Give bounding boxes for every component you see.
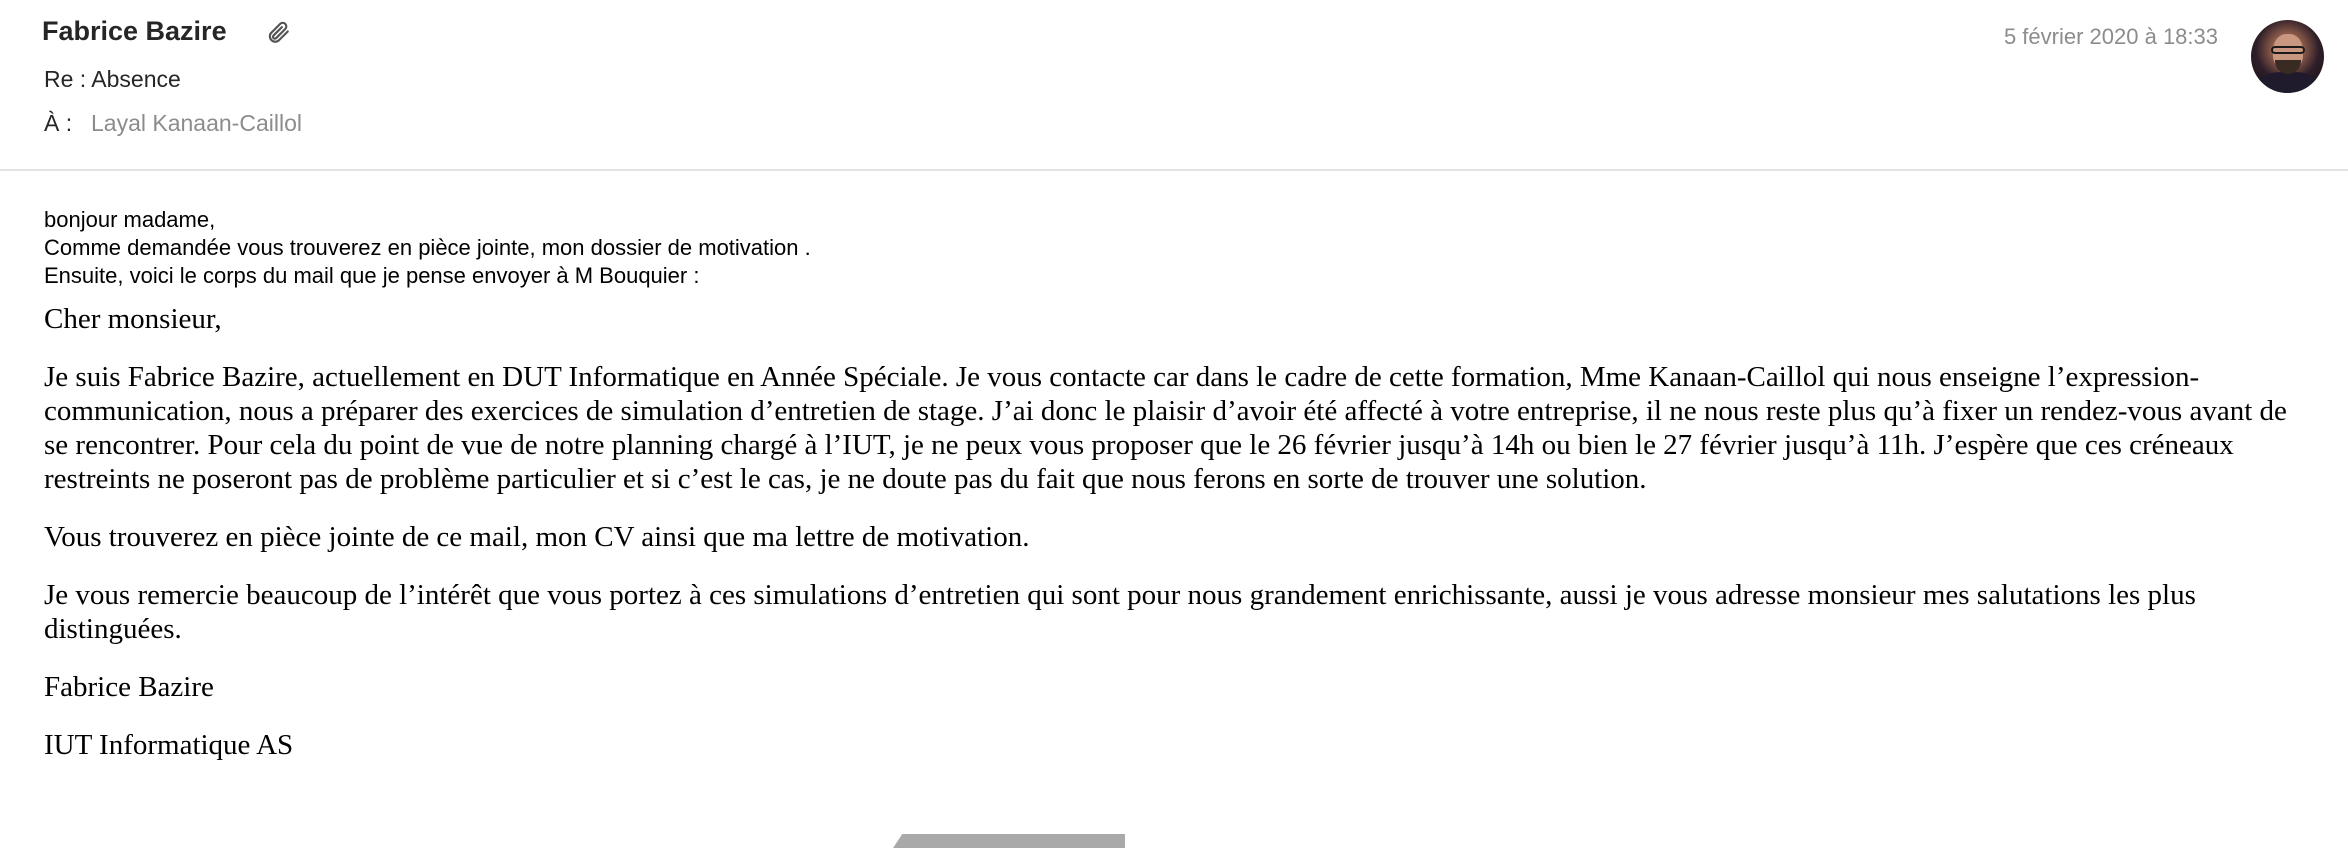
recipient-row: À : Layal Kanaan-Caillol xyxy=(44,110,302,137)
letter-paragraph: Vous trouverez en pièce jointe de ce mai… xyxy=(44,521,1030,553)
sender-name[interactable]: Fabrice Bazire xyxy=(42,16,227,47)
paperclip-icon[interactable] xyxy=(265,19,291,45)
intro-line: bonjour madame, xyxy=(44,207,216,232)
subject-line: Re : Absence xyxy=(44,66,181,92)
attachment-preview[interactable] xyxy=(893,834,1125,848)
letter-signature: Fabrice Bazire xyxy=(44,671,214,703)
to-label: À : xyxy=(44,110,73,136)
letter-paragraph: Je suis Fabrice Bazire, actuellement en … xyxy=(44,361,2287,495)
intro-line: Ensuite, voici le corps du mail que je p… xyxy=(44,263,700,288)
letter-signature: IUT Informatique AS xyxy=(44,729,294,761)
recipient-name[interactable]: Layal Kanaan-Caillol xyxy=(91,110,302,137)
quoted-letter: Cher monsieur, Je suis Fabrice Bazire, a… xyxy=(44,302,2314,762)
mail-header: Fabrice Bazire Re : Absence À : Layal Ka… xyxy=(0,0,2348,171)
sender-avatar[interactable] xyxy=(2251,20,2324,93)
sent-date: 5 février 2020 à 18:33 xyxy=(2003,24,2218,49)
intro-line: Comme demandée vous trouverez en pièce j… xyxy=(44,235,811,260)
message-body: bonjour madame, Comme demandée vous trou… xyxy=(44,206,2314,786)
intro-text: bonjour madame, Comme demandée vous trou… xyxy=(44,206,2314,290)
letter-paragraph: Je vous remercie beaucoup de l’intérêt q… xyxy=(44,579,2196,645)
sender-row: Fabrice Bazire xyxy=(42,16,291,47)
letter-salutation: Cher monsieur, xyxy=(44,303,222,335)
